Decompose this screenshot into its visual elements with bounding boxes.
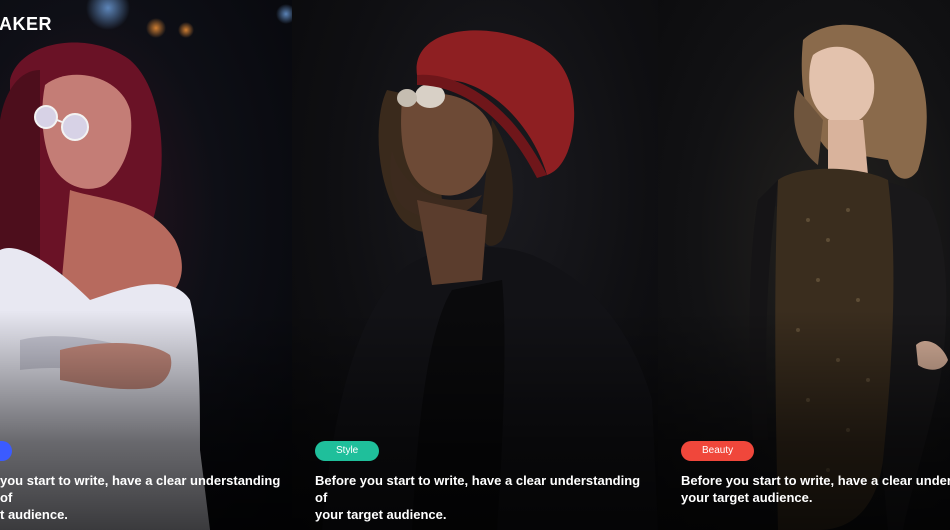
category-tag-style[interactable]: Style — [315, 441, 380, 461]
post-carousel: AKER Style Beauty you start to write, ha… — [0, 0, 950, 530]
site-logo[interactable]: AKER — [0, 14, 52, 35]
caption-line-1: Before you start to write, have a clear … — [315, 473, 641, 505]
caption-line-2: your target audience. — [315, 507, 447, 522]
post-caption-2[interactable]: Before you start to write, have a clear … — [315, 472, 645, 523]
caption-line-2: t audience. — [0, 507, 68, 522]
caption-line-2: your target audience. — [681, 490, 813, 505]
category-tag-beauty[interactable]: Beauty — [681, 441, 755, 461]
post-caption-3[interactable]: Before you start to write, have a clear … — [681, 472, 950, 506]
post-card-1[interactable] — [0, 0, 292, 530]
caption-line-1: you start to write, have a clear underst… — [0, 473, 281, 505]
caption-line-1: Before you start to write, have a clear … — [681, 473, 950, 488]
post-caption-1[interactable]: you start to write, have a clear underst… — [0, 472, 283, 523]
